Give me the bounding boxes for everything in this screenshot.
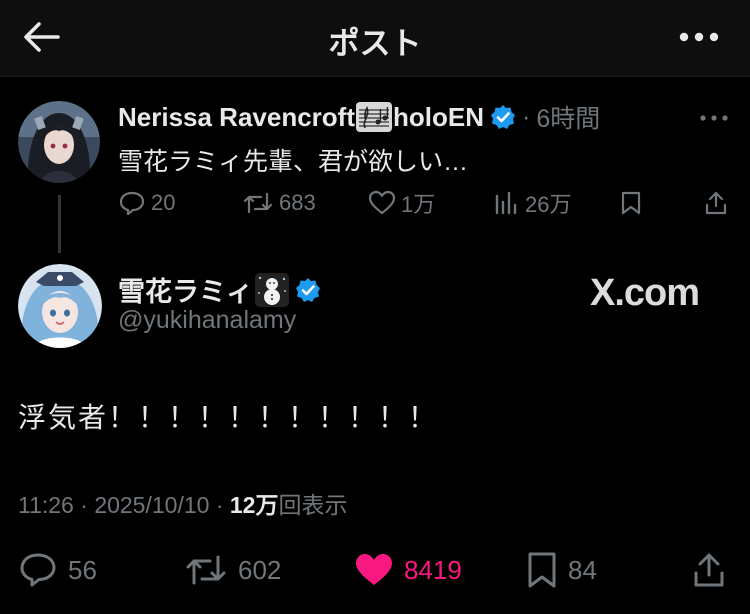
reply-repost-count: 683: [279, 190, 316, 215]
heart-icon: [368, 190, 396, 215]
more-options-button[interactable]: [676, 24, 722, 50]
main-author-avatar[interactable]: [18, 264, 102, 348]
reply-header: Nerissa Ravencroft holoEN · 6時間: [118, 100, 600, 134]
main-author-handle[interactable]: @yukihanalamy: [118, 306, 296, 335]
reply-icon: [20, 553, 56, 587]
reply-reply-button[interactable]: 20: [118, 188, 175, 218]
x-com-watermark: X.com: [590, 272, 700, 314]
reply-timestamp[interactable]: 6時間: [536, 99, 600, 135]
reply-text: 雪花ラミィ先輩、君が欲しい…: [118, 148, 469, 176]
back-button[interactable]: [22, 20, 62, 54]
reply-views-button[interactable]: 26万: [494, 188, 571, 218]
musical-score-icon: [356, 102, 392, 132]
post-date[interactable]: 2025/10/10: [94, 492, 209, 518]
repost-icon: [243, 192, 273, 214]
meta-separator: ·: [215, 492, 224, 518]
main-author-name-row: 雪花ラミィ: [118, 270, 321, 309]
main-author-name[interactable]: 雪花ラミィ: [118, 270, 253, 309]
reply-author-name[interactable]: Nerissa Ravencroft: [118, 102, 355, 133]
post-views-count[interactable]: 12万: [230, 492, 279, 518]
arrow-left-icon: [24, 22, 60, 52]
post-time[interactable]: 11:26: [18, 492, 74, 518]
more-horizontal-icon: [679, 32, 719, 42]
thread-connector-line: [58, 195, 61, 253]
reply-separator: ·: [522, 102, 531, 131]
top-bar: ポスト: [0, 0, 750, 77]
bookmark-icon: [528, 552, 556, 588]
page-title: ポスト: [328, 26, 422, 61]
reply-repost-button[interactable]: 683: [242, 188, 316, 218]
reply-views-count: 26万: [525, 192, 572, 217]
heart-filled-icon: [356, 554, 392, 585]
reply-author-avatar[interactable]: [18, 101, 100, 183]
post-views-label: 回表示: [278, 492, 348, 518]
main-repost-count: 602: [238, 554, 282, 585]
reply-bookmark-button[interactable]: [620, 188, 647, 218]
bookmark-icon: [621, 191, 641, 215]
reply-icon: [119, 191, 145, 216]
reply-share-button[interactable]: [704, 188, 733, 218]
main-repost-button[interactable]: 602: [184, 550, 281, 590]
main-like-count: 8419: [404, 554, 462, 585]
reply-reply-count: 20: [151, 190, 176, 215]
more-horizontal-icon: [700, 115, 728, 121]
main-bookmark-button[interactable]: 84: [526, 550, 597, 590]
snowman-icon: [255, 272, 289, 307]
main-post-text: 浮気者！！！！！！！！！！！: [18, 402, 439, 433]
reply-like-button[interactable]: 1万: [368, 188, 435, 218]
repost-icon: [186, 555, 226, 585]
reply-like-count: 1万: [401, 192, 436, 217]
views-chart-icon: [495, 191, 517, 215]
main-reply-button[interactable]: 56: [18, 550, 97, 590]
share-icon: [694, 553, 724, 587]
main-reply-count: 56: [68, 554, 97, 585]
reply-more-button[interactable]: [698, 108, 730, 128]
verified-badge-icon: [295, 277, 321, 303]
meta-separator: ·: [80, 492, 88, 518]
share-icon: [705, 191, 727, 215]
reply-author-name-suffix[interactable]: holoEN: [393, 102, 484, 133]
main-share-button[interactable]: [692, 550, 736, 590]
main-like-button[interactable]: 8419: [354, 550, 462, 590]
verified-badge-icon: [490, 104, 516, 130]
post-meta-row: 11:26 · 2025/10/10 · 12万回表示: [18, 486, 347, 520]
main-bookmark-count: 84: [568, 554, 597, 585]
